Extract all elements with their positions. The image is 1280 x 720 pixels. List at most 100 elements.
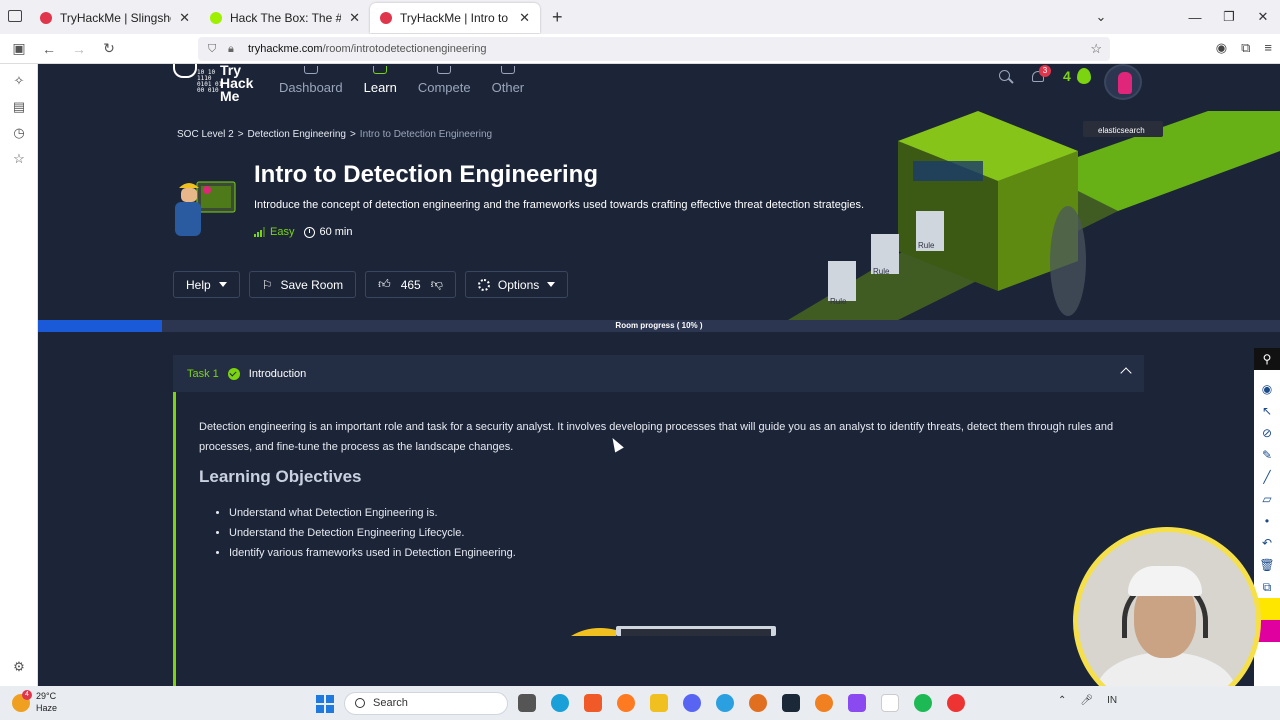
help-button[interactable]: Help: [173, 271, 240, 298]
taskbar-search-label: Search: [373, 697, 408, 709]
reload-icon[interactable]: ↻: [94, 40, 124, 57]
trash-icon[interactable]: 🗑︎: [1254, 554, 1280, 576]
breadcrumb-detection-engineering[interactable]: Detection Engineering: [248, 129, 346, 140]
close-tab-icon[interactable]: ✕: [179, 10, 190, 26]
save-room-button[interactable]: ⚐ Save Room: [248, 271, 357, 298]
nav-compete[interactable]: Compete: [418, 66, 471, 95]
browser-sidebar: ✧ ▤ ◷ ☆ ⚙: [0, 64, 38, 686]
task-illustration: [571, 626, 776, 636]
tryhackme-logo[interactable]: 10 10 1110 0101 01 00 010 Try Hack Me: [173, 63, 263, 104]
clock-icon: [304, 226, 316, 238]
avatar[interactable]: [1104, 64, 1142, 100]
app-icon[interactable]: [749, 694, 767, 712]
task-title: Introduction: [248, 367, 307, 380]
menu-icon[interactable]: ≡: [1264, 40, 1272, 56]
main-nav: Dashboard Learn Compete Other: [279, 66, 545, 95]
weather-widget[interactable]: 4 29°C Haze: [12, 690, 57, 714]
close-tab-icon[interactable]: ✕: [349, 10, 360, 26]
shield-icon[interactable]: ⛉: [208, 43, 220, 56]
weather-temp: 29°C: [36, 691, 57, 701]
check-circle-icon: [227, 367, 240, 380]
extensions-icon[interactable]: ⧉: [1241, 40, 1250, 56]
file-explorer-icon[interactable]: [650, 694, 668, 712]
pointer-icon[interactable]: ↖: [1254, 400, 1280, 422]
list-tabs-icon[interactable]: ⌄: [1084, 9, 1118, 25]
blender-icon[interactable]: [815, 694, 833, 712]
taskbar-search[interactable]: Search: [344, 692, 508, 715]
chevron-up-icon[interactable]: ⌃: [1058, 695, 1066, 706]
synced-tabs-icon[interactable]: ▤: [0, 94, 38, 120]
tab-title: Hack The Box: The #1 Cybersec: [230, 11, 341, 25]
task-number: Task 1: [187, 367, 219, 380]
app-grid-icon[interactable]: [881, 694, 899, 712]
steam-icon[interactable]: [782, 694, 800, 712]
window-controls: ⌄ — ❐ ✕: [1084, 0, 1280, 34]
chevron-up-icon[interactable]: [1120, 367, 1132, 379]
nav-dashboard[interactable]: Dashboard: [279, 66, 343, 95]
eye-icon[interactable]: ◉: [1254, 378, 1280, 400]
restore-icon[interactable]: ❐: [1212, 9, 1246, 25]
undo-icon[interactable]: ↶: [1254, 532, 1280, 554]
thumbs-down-icon[interactable]: 👎︎: [431, 277, 443, 292]
dot-icon[interactable]: •: [1254, 510, 1280, 532]
room-description: Introduce the concept of detection engin…: [254, 199, 865, 211]
lock-icon[interactable]: 🔒︎: [228, 43, 240, 56]
search-icon[interactable]: [998, 69, 1014, 85]
windows-start-icon[interactable]: [316, 695, 334, 713]
history-icon[interactable]: ◷: [0, 120, 38, 146]
discord-icon[interactable]: [683, 694, 701, 712]
options-button[interactable]: Options: [464, 271, 569, 298]
breadcrumb-soc-level-2[interactable]: SOC Level 2: [177, 129, 234, 140]
notifications-bell-icon[interactable]: 3: [1030, 65, 1051, 86]
learn-icon: [373, 66, 388, 74]
eraser-icon[interactable]: ▱: [1254, 488, 1280, 510]
minimize-icon[interactable]: —: [1178, 10, 1212, 25]
close-window-icon[interactable]: ✕: [1246, 9, 1280, 25]
chevron-down-icon: [218, 282, 227, 287]
tab-overview-icon[interactable]: [8, 10, 22, 22]
ai-chat-icon[interactable]: ✧: [0, 68, 38, 94]
sidebar-toggle-icon[interactable]: ▣: [4, 40, 34, 57]
task-view-icon[interactable]: [518, 694, 536, 712]
nav-label: Other: [491, 80, 525, 95]
microphone-icon[interactable]: 🎤︎: [1080, 695, 1093, 706]
tab-slingshot[interactable]: TryHackMe | Slingshot ✕: [30, 3, 200, 33]
new-tab-icon[interactable]: +: [552, 7, 563, 28]
nav-other[interactable]: Other: [491, 66, 525, 95]
brave-icon[interactable]: [584, 694, 602, 712]
room-progress-bar: Room progress ( 10% ): [38, 320, 1280, 332]
task-header[interactable]: Task 1 Introduction: [173, 355, 1144, 392]
tab-intro-detection[interactable]: TryHackMe | Intro to Detection ✕: [370, 3, 540, 33]
list-item: Understand the Detection Engineering Lif…: [229, 523, 516, 543]
pin-icon[interactable]: ⚲: [1254, 348, 1280, 370]
telegram-icon[interactable]: [716, 694, 734, 712]
url-bar[interactable]: ⛉ 🔒︎ tryhackme.com /room/introtodetectio…: [198, 37, 1110, 61]
tab-hackthebox[interactable]: Hack The Box: The #1 Cybersec ✕: [200, 3, 370, 33]
back-icon[interactable]: ←: [34, 41, 64, 57]
recorder-icon[interactable]: [947, 694, 965, 712]
bookmarks-icon[interactable]: ☆: [0, 146, 38, 172]
thumbs-up-icon[interactable]: 👍︎: [378, 277, 391, 292]
copy-icon[interactable]: ⧉: [1254, 576, 1280, 598]
forward-icon[interactable]: →: [64, 41, 94, 57]
nav-learn[interactable]: Learn: [364, 66, 397, 95]
close-tab-icon[interactable]: ✕: [519, 10, 530, 26]
pen-icon[interactable]: ✎: [1254, 444, 1280, 466]
room-actions: Help ⚐ Save Room 👍︎ 465 👎︎ Options: [173, 271, 569, 298]
gear-icon: [477, 278, 490, 291]
copilot-icon[interactable]: [848, 694, 866, 712]
bookmark-star-icon[interactable]: ☆: [1090, 41, 1102, 57]
compete-icon: [437, 66, 452, 74]
breadcrumb-separator: >: [349, 129, 356, 140]
spotify-icon[interactable]: [914, 694, 932, 712]
sidebar-settings-icon[interactable]: ⚙: [0, 654, 38, 680]
task-body: Detection engineering is an important ro…: [173, 392, 1144, 686]
browser-tab-bar: TryHackMe | Slingshot ✕ Hack The Box: Th…: [0, 0, 1280, 34]
breadcrumb: SOC Level 2 > Detection Engineering > Intro …: [177, 129, 492, 140]
language-indicator[interactable]: IN: [1107, 695, 1117, 706]
account-icon[interactable]: ◉: [1216, 40, 1227, 56]
edge-icon[interactable]: [551, 694, 569, 712]
hide-icon[interactable]: ⊘: [1254, 422, 1280, 444]
firefox-icon[interactable]: [617, 694, 635, 712]
line-icon[interactable]: ╱: [1254, 466, 1280, 488]
